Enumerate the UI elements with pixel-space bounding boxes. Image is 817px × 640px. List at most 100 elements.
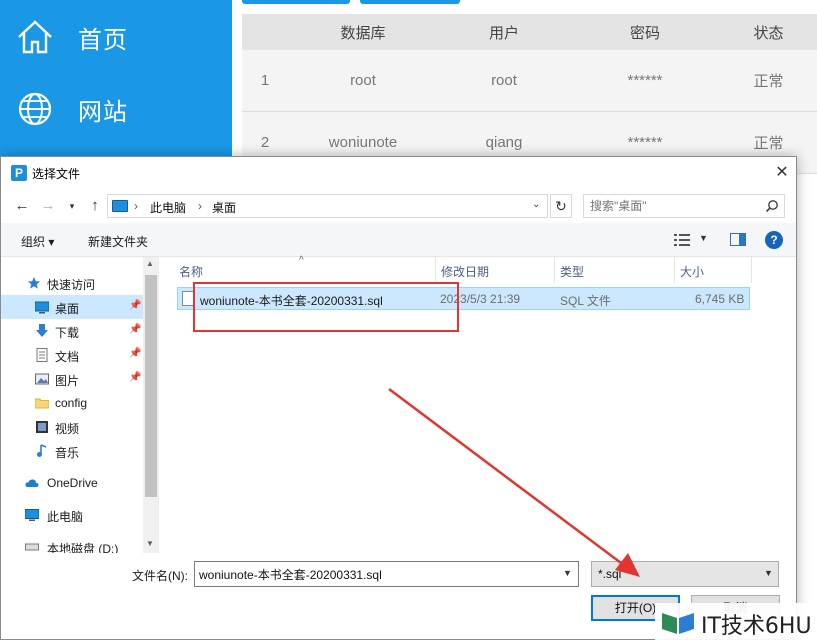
- column-divider[interactable]: [751, 257, 752, 283]
- breadcrumb-item[interactable]: 桌面: [212, 199, 236, 216]
- filetype-value: *.sql: [598, 567, 622, 581]
- row-index: 1: [260, 72, 270, 89]
- nav-item-music[interactable]: 音乐: [1, 439, 143, 463]
- up-arrow-icon[interactable]: ↑: [86, 197, 104, 215]
- nav-item-downloads[interactable]: 下载 📌: [1, 319, 143, 343]
- nav-item-onedrive[interactable]: OneDrive: [1, 471, 143, 495]
- nav-item-label: 本地磁盘 (D:): [47, 542, 119, 553]
- nav-item-label: 下载: [55, 326, 80, 340]
- address-bar[interactable]: › 此电脑 › 桌面 ⌄: [107, 194, 548, 218]
- drive-icon: [25, 543, 39, 551]
- breadcrumb-separator: ›: [198, 199, 202, 213]
- nav-item-local-disk[interactable]: 本地磁盘 (D:): [1, 535, 143, 553]
- chevron-down-icon[interactable]: ▼: [699, 233, 708, 243]
- computer-icon: [112, 200, 128, 212]
- nav-item-label: OneDrive: [47, 476, 98, 490]
- video-icon: [36, 421, 48, 433]
- scrollbar-thumb[interactable]: [145, 275, 157, 497]
- history-dropdown-icon[interactable]: ▾: [63, 197, 81, 215]
- top-action-button[interactable]: [360, 0, 460, 4]
- new-folder-button[interactable]: 新建文件夹: [88, 233, 148, 250]
- watermark-text: IT技术6HU: [701, 614, 812, 639]
- column-header: 密码: [629, 24, 660, 42]
- organize-menu[interactable]: 组织 ▾: [21, 233, 54, 250]
- filename-label: 文件名(N):: [132, 569, 188, 583]
- database-name: root: [350, 72, 376, 89]
- close-button[interactable]: ✕: [769, 161, 795, 185]
- dialog-titlebar[interactable]: P 选择文件 ✕: [1, 157, 796, 189]
- nav-item-label: 文档: [55, 350, 80, 364]
- database-name: woniunote: [328, 134, 398, 151]
- annotation-highlight-box: [193, 282, 459, 332]
- refresh-button[interactable]: ↻: [550, 194, 572, 218]
- column-name[interactable]: 名称: [179, 263, 203, 280]
- breadcrumb-item[interactable]: 此电脑: [150, 199, 186, 216]
- nav-item-videos[interactable]: 视频: [1, 415, 143, 439]
- filename-input[interactable]: [199, 566, 554, 582]
- sidebar-item-home[interactable]: 首页: [0, 0, 232, 74]
- password-mask: ******: [627, 72, 663, 89]
- navigation-pane: 快速访问 桌面 📌 下载 📌 文档 📌 图片 📌 config 视频 音乐 On…: [1, 257, 159, 553]
- nav-item-pictures[interactable]: 图片 📌: [1, 367, 143, 391]
- breadcrumb-separator: ›: [134, 199, 138, 213]
- top-action-button[interactable]: [242, 0, 350, 4]
- filetype-select[interactable]: *.sql ▼: [591, 561, 779, 587]
- filename-combobox[interactable]: ▼: [194, 561, 579, 587]
- column-divider[interactable]: [554, 257, 555, 283]
- scroll-down-icon[interactable]: ▼: [146, 539, 154, 548]
- column-modified[interactable]: 修改日期: [441, 263, 489, 280]
- file-open-dialog: P 选择文件 ✕ ← → ▾ ↑ › 此电脑 › 桌面 ⌄ ↻ 组织 ▾ 新建文…: [0, 156, 797, 640]
- music-icon: [37, 444, 47, 457]
- search-box[interactable]: [583, 194, 785, 218]
- user-name: qiang: [485, 134, 523, 151]
- back-arrow-icon[interactable]: ←: [13, 197, 31, 215]
- list-header: ^ 名称 修改日期 类型 大小: [159, 255, 796, 283]
- watermark: IT技术6HU: [655, 603, 817, 640]
- chevron-down-icon[interactable]: ▼: [563, 568, 572, 578]
- column-header: 数据库: [340, 24, 386, 42]
- nav-item-label: 桌面: [55, 302, 80, 316]
- nav-item-config[interactable]: config: [1, 391, 143, 415]
- user-name: root: [491, 72, 517, 89]
- logo-icon: [662, 613, 694, 634]
- search-input[interactable]: [590, 198, 760, 214]
- column-divider[interactable]: [674, 257, 675, 283]
- status-text: 正常: [753, 73, 784, 90]
- forward-arrow-icon[interactable]: →: [39, 197, 57, 215]
- app-icon: P: [11, 165, 27, 181]
- star-icon: [28, 277, 40, 289]
- nav-scrollbar[interactable]: ▲ ▼: [143, 257, 158, 553]
- view-options-icon[interactable]: [674, 233, 690, 247]
- sidebar-item-site[interactable]: 网站: [0, 72, 232, 146]
- preview-pane-icon[interactable]: [730, 233, 746, 246]
- address-row: ← → ▾ ↑ › 此电脑 › 桌面 ⌄ ↻: [1, 189, 796, 223]
- help-icon[interactable]: ?: [765, 231, 783, 249]
- nav-item-this-pc[interactable]: 此电脑: [1, 503, 143, 527]
- nav-item-label: 此电脑: [47, 510, 84, 524]
- column-type[interactable]: 类型: [560, 263, 584, 280]
- column-divider[interactable]: [435, 257, 436, 283]
- document-icon: [36, 348, 48, 362]
- picture-icon: [35, 373, 49, 385]
- table-header: 数据库 用户 密码 状态: [242, 14, 817, 50]
- dialog-title: 选择文件: [32, 167, 81, 181]
- chevron-down-icon[interactable]: ▼: [764, 568, 773, 578]
- globe-icon: [18, 92, 52, 126]
- address-dropdown-icon[interactable]: ⌄: [532, 199, 540, 210]
- column-header: 状态: [753, 24, 784, 42]
- pin-icon: 📌: [129, 300, 142, 311]
- table-row[interactable]: 1 root root ****** 正常: [242, 50, 817, 112]
- search-icon[interactable]: [765, 199, 779, 213]
- file-size: 6,745 KB: [695, 292, 745, 306]
- folder-icon: [35, 398, 49, 409]
- nav-item-quick-access[interactable]: 快速访问: [1, 271, 143, 295]
- row-index: 2: [260, 134, 270, 151]
- column-header: 用户: [488, 24, 519, 42]
- column-size[interactable]: 大小: [680, 263, 704, 280]
- nav-item-label: 图片: [55, 374, 80, 388]
- nav-item-documents[interactable]: 文档 📌: [1, 343, 143, 367]
- nav-item-desktop[interactable]: 桌面 📌: [1, 295, 143, 319]
- download-icon: [36, 324, 48, 337]
- scroll-up-icon[interactable]: ▲: [146, 259, 154, 268]
- nav-item-label: 视频: [55, 422, 80, 436]
